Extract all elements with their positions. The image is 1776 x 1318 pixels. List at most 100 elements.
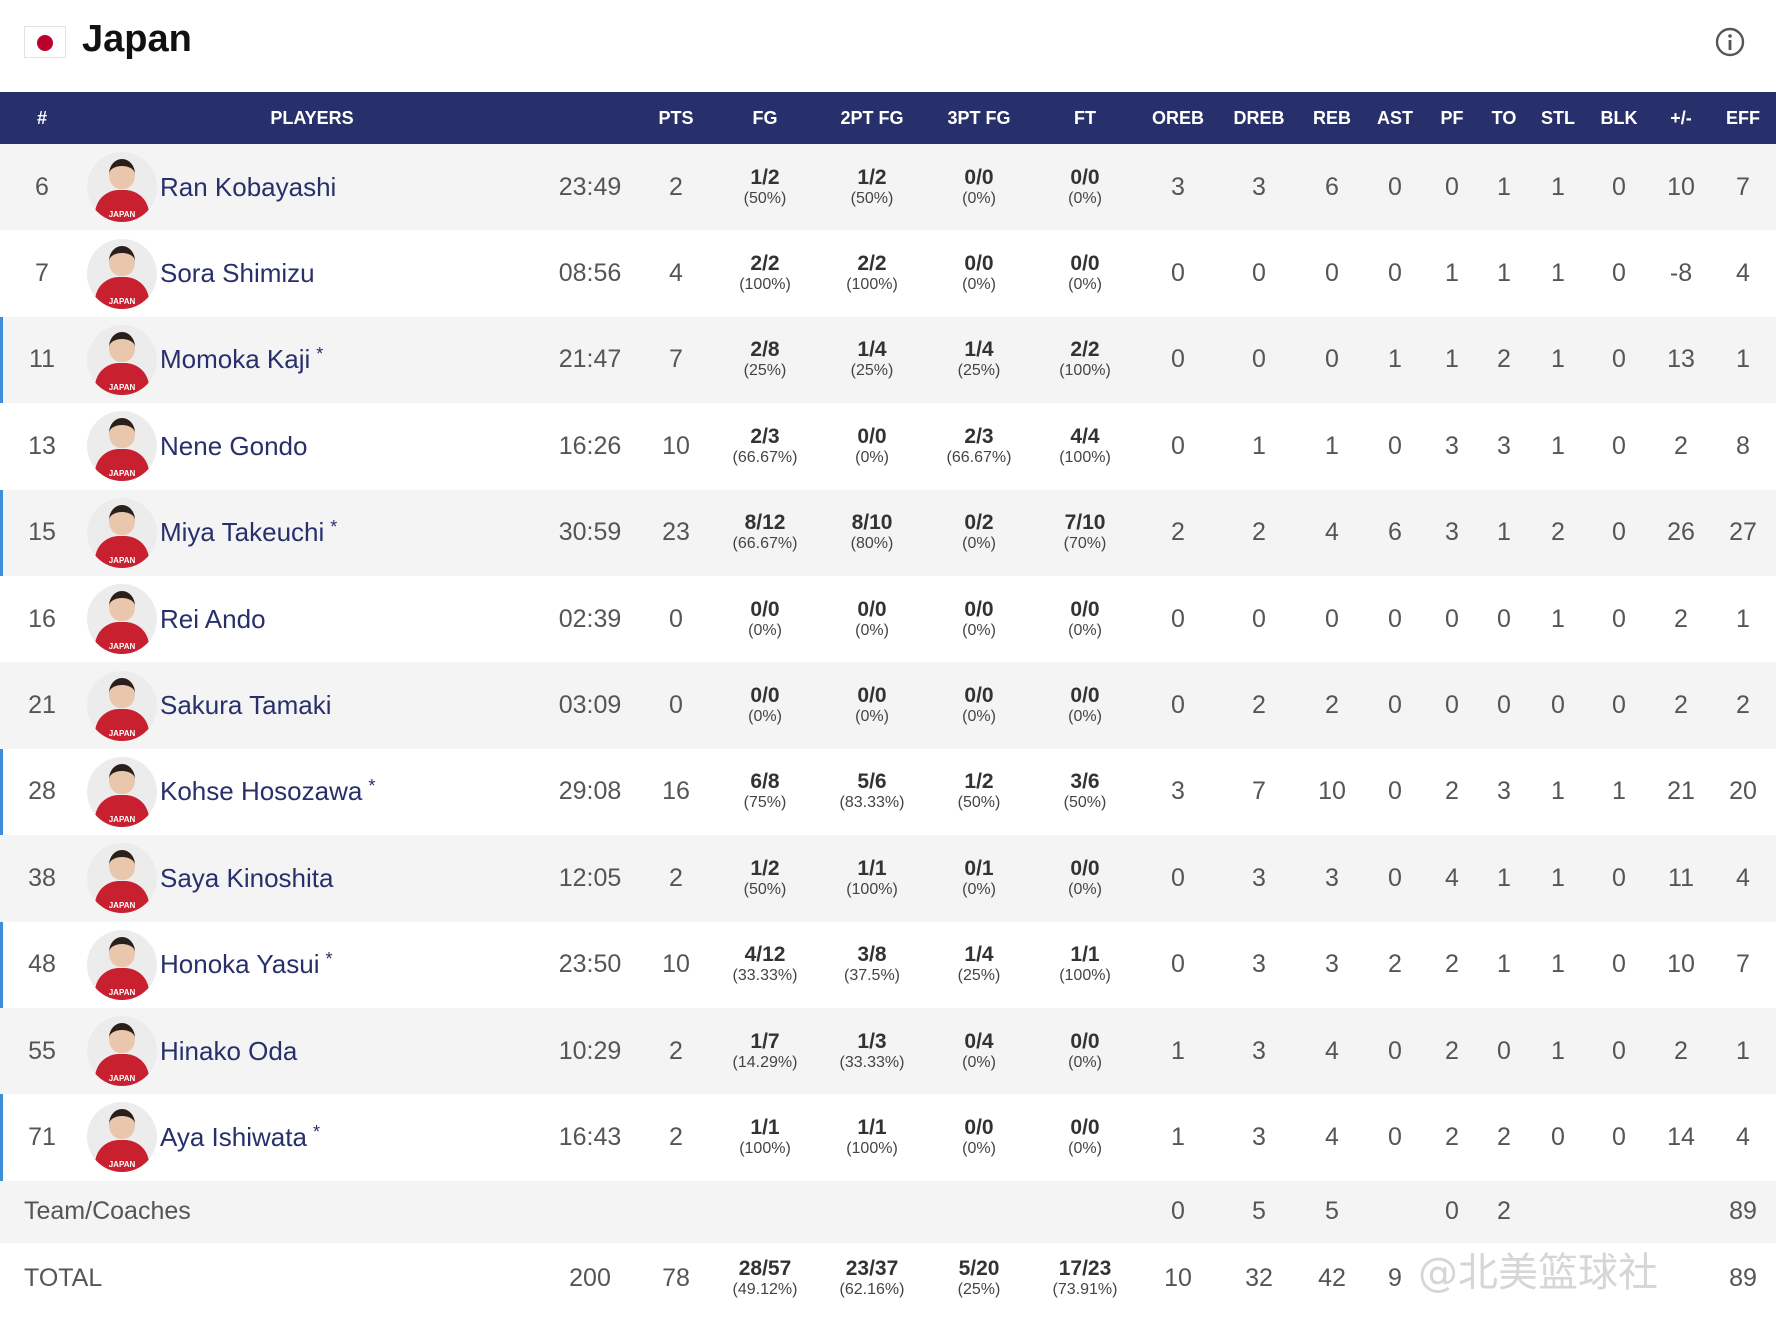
player-avatar[interactable]: JAPAN xyxy=(87,1016,157,1087)
col-players[interactable]: PLAYERS xyxy=(84,92,540,144)
player-name-link[interactable]: Ran Kobayashi xyxy=(160,172,336,202)
player-avatar[interactable]: JAPAN xyxy=(87,670,157,741)
col-plus-minus[interactable]: +/- xyxy=(1652,92,1710,144)
player-avatar[interactable]: JAPAN xyxy=(87,1102,157,1173)
player-name-link[interactable]: Sakura Tamaki xyxy=(160,690,332,720)
ft-percentage: (0%) xyxy=(1068,1139,1102,1157)
fg3-made-attempted: 1/4 xyxy=(964,943,994,967)
player-row: 48 JAPAN Honoka Yasui * 23:50 10 4/12 (33.33%) 3… xyxy=(0,921,1776,1008)
col-oreb[interactable]: OREB xyxy=(1138,92,1218,144)
player-avatar[interactable]: JAPAN xyxy=(87,929,157,1000)
fg3-percentage: (50%) xyxy=(957,794,1001,812)
stat-pf: 1 xyxy=(1445,345,1459,374)
stat-pf: 2 xyxy=(1445,777,1459,806)
stat-stl: 1 xyxy=(1551,604,1565,633)
col-2pt-fg[interactable]: 2PT FG xyxy=(818,92,926,144)
player-avatar[interactable]: JAPAN xyxy=(87,238,157,309)
minutes: 29:08 xyxy=(558,777,622,806)
jersey-text: JAPAN xyxy=(108,987,136,997)
stat-reb: 4 xyxy=(1325,1122,1339,1151)
player-name-link[interactable]: Miya Takeuchi xyxy=(160,517,324,547)
player-name-link[interactable]: Saya Kinoshita xyxy=(160,863,333,893)
stat-reb: 3 xyxy=(1325,863,1339,892)
col-ast[interactable]: AST xyxy=(1364,92,1426,144)
player-avatar[interactable]: JAPAN xyxy=(87,756,157,827)
player-name-link[interactable]: Nene Gondo xyxy=(160,431,307,461)
stat-ast: 0 xyxy=(1388,777,1402,806)
jersey-text: JAPAN xyxy=(108,814,136,824)
fg-percentage: (14.29%) xyxy=(732,1053,798,1071)
player-name-link[interactable]: Rei Ando xyxy=(160,604,266,634)
fg2-percentage: (50%) xyxy=(850,189,894,207)
col-pf[interactable]: PF xyxy=(1426,92,1478,144)
stat-dreb: 7 xyxy=(1252,777,1266,806)
total-ft-pct: (73.91%) xyxy=(1052,1281,1118,1299)
ft-made-attempted: 0/0 xyxy=(1070,1115,1100,1139)
stat-stl: 0 xyxy=(1551,691,1565,720)
stat-to: 2 xyxy=(1497,345,1511,374)
points: 2 xyxy=(669,863,683,892)
fg-made-attempted: 1/2 xyxy=(750,856,780,880)
fg-made-attempted: 2/3 xyxy=(750,424,780,448)
total-fg: 28/57 xyxy=(738,1257,792,1281)
fg3-made-attempted: 0/0 xyxy=(964,165,994,189)
team-oreb: 0 xyxy=(1171,1197,1185,1226)
col-blk[interactable]: BLK xyxy=(1586,92,1652,144)
fg2-percentage: (33.33%) xyxy=(839,1053,905,1071)
player-avatar[interactable]: JAPAN xyxy=(87,411,157,482)
fg3-made-attempted: 2/3 xyxy=(964,424,994,448)
stat-pf: 2 xyxy=(1445,1122,1459,1151)
player-name-link[interactable]: Honoka Yasui xyxy=(160,949,319,979)
player-avatar[interactable]: JAPAN xyxy=(87,497,157,568)
jersey-number: 15 xyxy=(0,490,84,576)
stat-pm: 26 xyxy=(1667,518,1695,547)
stat-oreb: 2 xyxy=(1171,518,1185,547)
fg-made-attempted: 2/8 xyxy=(750,338,780,362)
player-name-link[interactable]: Kohse Hosozawa xyxy=(160,776,362,806)
player-name-link[interactable]: Sora Shimizu xyxy=(160,258,315,288)
col-pts[interactable]: PTS xyxy=(640,92,712,144)
stat-blk: 0 xyxy=(1612,431,1626,460)
box-score-table: # PLAYERS PTS FG 2PT FG 3PT FG FT OREB D… xyxy=(0,92,1776,1315)
total-2pt-fg-pct: (62.16%) xyxy=(839,1281,905,1299)
col-ft[interactable]: FT xyxy=(1032,92,1138,144)
player-name-link[interactable]: Hinako Oda xyxy=(160,1036,297,1066)
fg3-made-attempted: 0/4 xyxy=(964,1029,994,1053)
fg2-made-attempted: 1/2 xyxy=(857,165,887,189)
col-stl[interactable]: STL xyxy=(1530,92,1586,144)
stat-reb: 0 xyxy=(1325,604,1339,633)
stat-to: 3 xyxy=(1497,431,1511,460)
stat-eff: 1 xyxy=(1736,1036,1750,1065)
stat-to: 1 xyxy=(1497,259,1511,288)
col-dreb[interactable]: DREB xyxy=(1218,92,1300,144)
player-avatar[interactable]: JAPAN xyxy=(87,584,157,655)
fg3-percentage: (0%) xyxy=(962,880,996,898)
minutes: 03:09 xyxy=(558,691,622,720)
stat-dreb: 0 xyxy=(1252,345,1266,374)
player-avatar[interactable]: JAPAN xyxy=(87,843,157,914)
stat-eff: 20 xyxy=(1729,777,1757,806)
fg3-percentage: (0%) xyxy=(962,1139,996,1157)
points: 10 xyxy=(662,950,690,979)
stat-stl: 1 xyxy=(1551,950,1565,979)
col-to[interactable]: TO xyxy=(1478,92,1530,144)
stat-blk: 0 xyxy=(1612,1122,1626,1151)
col-3pt-fg[interactable]: 3PT FG xyxy=(926,92,1032,144)
fg-made-attempted: 4/12 xyxy=(744,943,786,967)
info-circle-icon[interactable] xyxy=(1714,26,1746,58)
starter-marker: * xyxy=(325,949,333,970)
player-name-link[interactable]: Aya Ishiwata xyxy=(160,1122,307,1152)
col-num[interactable]: # xyxy=(0,92,84,144)
stat-blk: 0 xyxy=(1612,259,1626,288)
player-name-link[interactable]: Momoka Kaji xyxy=(160,344,310,374)
ft-percentage: (70%) xyxy=(1063,535,1107,553)
player-avatar[interactable]: JAPAN xyxy=(87,152,157,223)
col-fg[interactable]: FG xyxy=(712,92,818,144)
fg2-percentage: (0%) xyxy=(855,621,889,639)
col-reb[interactable]: REB xyxy=(1300,92,1364,144)
stat-pf: 4 xyxy=(1445,863,1459,892)
col-eff[interactable]: EFF xyxy=(1710,92,1776,144)
jersey-text: JAPAN xyxy=(108,901,136,911)
player-avatar[interactable]: JAPAN xyxy=(87,324,157,395)
fg3-percentage: (0%) xyxy=(962,621,996,639)
